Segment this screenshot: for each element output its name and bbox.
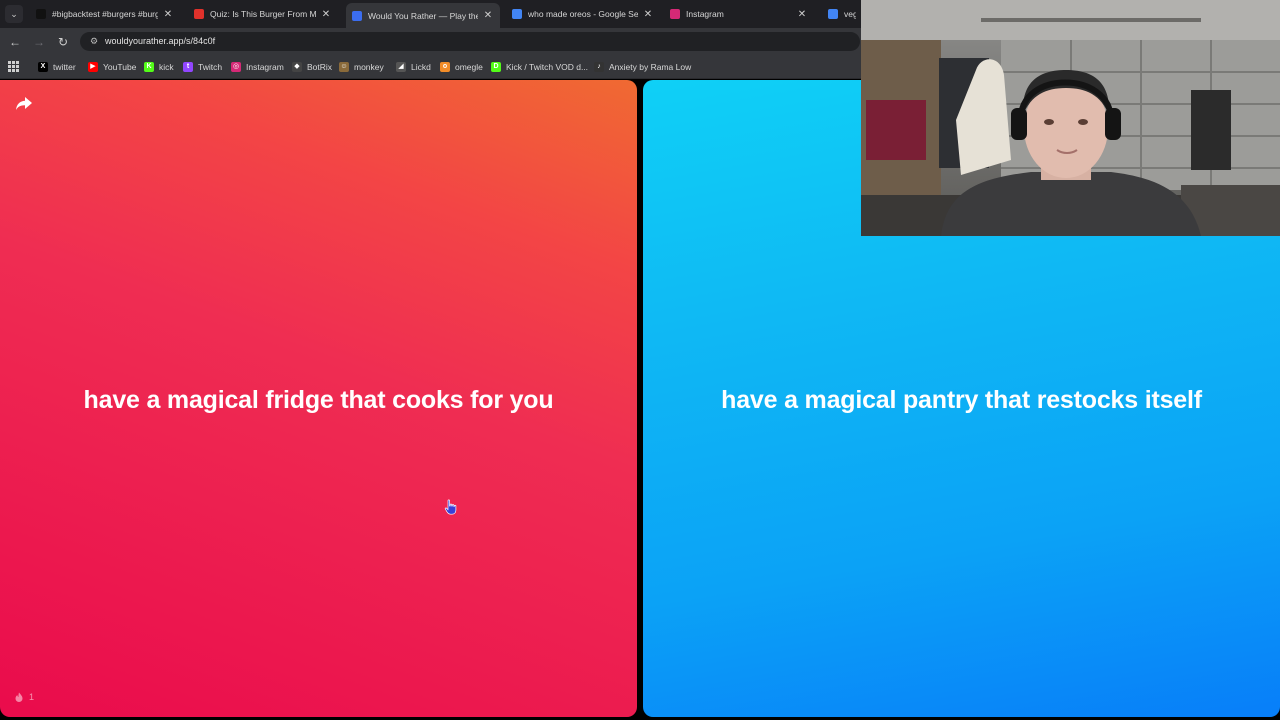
- bookmark-label: Anxiety by Rama Low: [609, 62, 692, 72]
- tab-search-button[interactable]: ⌄: [5, 5, 23, 23]
- bookmark-item[interactable]: Xtwitter: [38, 59, 76, 75]
- tab-favicon-icon: [36, 9, 46, 19]
- bookmark-label: Kick / Twitch VOD d...: [506, 62, 589, 72]
- tab-close-icon[interactable]: ✕: [642, 9, 654, 20]
- tab-close-icon[interactable]: ✕: [482, 10, 494, 21]
- browser-tab[interactable]: Instagram ✕: [664, 3, 814, 25]
- share-icon[interactable]: [14, 94, 34, 114]
- bookmark-label: kick: [159, 62, 174, 72]
- botrix-icon: ◆: [292, 62, 302, 72]
- bookmark-item[interactable]: o omegle: [440, 59, 483, 75]
- bookmark-item[interactable]: Kkick: [144, 59, 174, 75]
- twitch-icon: t: [183, 62, 193, 72]
- tab-favicon-icon: [670, 9, 680, 19]
- option-left-card[interactable]: have a magical fridge that cooks for you…: [0, 80, 637, 717]
- kick-icon: K: [144, 62, 154, 72]
- lickd-icon: ◢: [396, 62, 406, 72]
- tab-close-icon[interactable]: ✕: [796, 9, 808, 20]
- tab-favicon-icon: [194, 9, 204, 19]
- hand-cursor-icon: [444, 499, 457, 515]
- tab-title: #bigbacktest #burgers #burge: [52, 9, 158, 19]
- forward-button[interactable]: →: [30, 33, 48, 51]
- option-right-text: have a magical pantry that restocks itse…: [721, 386, 1202, 414]
- bookmark-item[interactable]: t Twitch: [183, 59, 222, 75]
- bookmark-item[interactable]: D Kick / Twitch VOD d...: [491, 59, 588, 75]
- browser-tab[interactable]: Quiz: Is This Burger From McD ✕: [188, 3, 338, 25]
- bookmark-item[interactable]: ◎ Instagram: [231, 59, 284, 75]
- vote-count-badge: 1: [14, 692, 34, 702]
- instagram-icon: ◎: [231, 62, 241, 72]
- site-info-icon[interactable]: ⚙: [88, 35, 100, 47]
- tab-title: veget: [844, 9, 856, 19]
- bookmark-label: twitter: [53, 62, 76, 72]
- bookmark-item[interactable]: ☺ monkey: [339, 59, 384, 75]
- bookmark-label: Twitch: [198, 62, 223, 72]
- bookmark-label: monkey: [354, 62, 384, 72]
- download-icon: D: [491, 62, 501, 72]
- omegle-icon: o: [440, 62, 450, 72]
- bookmark-item[interactable]: ▶ YouTube: [88, 59, 136, 75]
- browser-tab[interactable]: Would You Rather — Play the C ✕: [346, 3, 500, 28]
- flame-icon: [15, 692, 23, 702]
- reload-button[interactable]: ↻: [54, 33, 72, 51]
- bookmark-label: Instagram: [246, 62, 284, 72]
- apps-grid-icon[interactable]: [8, 61, 19, 72]
- option-left-text: have a magical fridge that cooks for you: [83, 386, 554, 414]
- bookmark-label: Lickd: [411, 62, 431, 72]
- bookmark-label: YouTube: [103, 62, 137, 72]
- bookmark-item[interactable]: ◢ Lickd: [396, 59, 431, 75]
- address-url[interactable]: wouldyourather.app/s/84c0f: [105, 36, 215, 46]
- tab-favicon-icon: [352, 10, 362, 21]
- tab-favicon-icon: [828, 9, 838, 19]
- webcam-overlay: [861, 0, 1280, 236]
- browser-tab[interactable]: who made oreos - Google Sear ✕: [506, 3, 660, 25]
- bookmark-item[interactable]: ◆ BotRix: [292, 59, 332, 75]
- music-icon: ♪: [594, 62, 604, 72]
- vote-count: 1: [29, 692, 35, 702]
- monkey-icon: ☺: [339, 62, 349, 72]
- bookmark-label: BotRix: [307, 62, 333, 72]
- youtube-icon: ▶: [88, 62, 98, 72]
- tab-favicon-icon: [512, 9, 522, 19]
- tab-title: Instagram: [686, 9, 724, 19]
- tab-close-icon[interactable]: ✕: [162, 9, 174, 20]
- tab-title: Would You Rather — Play the C: [368, 10, 478, 21]
- bookmark-item[interactable]: ♪ Anxiety by Rama Low: [594, 59, 691, 75]
- bookmark-label: omegle: [455, 62, 483, 72]
- x-icon: X: [38, 62, 48, 72]
- tab-title: who made oreos - Google Sear: [528, 9, 638, 19]
- back-button[interactable]: ←: [6, 33, 24, 51]
- tab-title: Quiz: Is This Burger From McD: [210, 9, 316, 19]
- browser-tab[interactable]: #bigbacktest #burgers #burge ✕: [30, 3, 180, 25]
- tab-close-icon[interactable]: ✕: [320, 9, 332, 20]
- address-bar[interactable]: ⚙ wouldyourather.app/s/84c0f: [80, 32, 860, 51]
- browser-tab[interactable]: veget: [822, 3, 862, 25]
